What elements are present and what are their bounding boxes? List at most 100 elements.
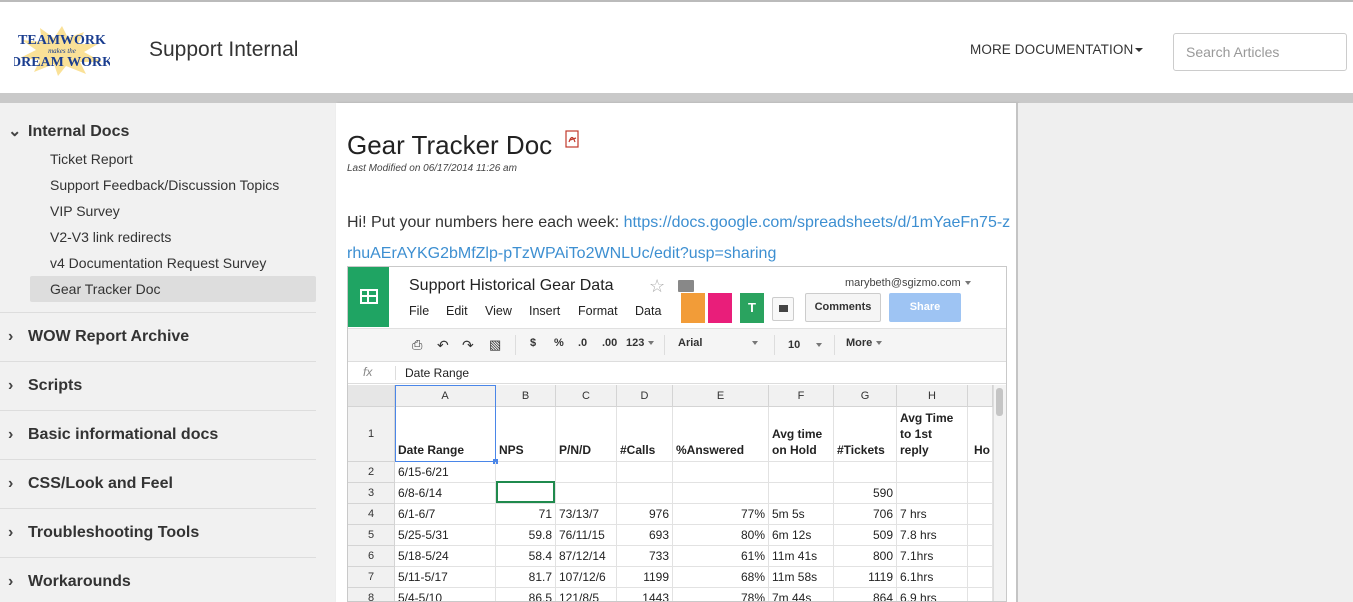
font-family-dropdown[interactable]: Arial — [678, 337, 763, 349]
decrease-decimals-button[interactable]: .0 — [578, 337, 587, 349]
table-cell-nps[interactable]: 86.5 — [496, 588, 556, 601]
share-button[interactable]: Share — [889, 293, 961, 322]
table-cell-ho[interactable] — [968, 462, 993, 483]
select-all-corner[interactable] — [348, 385, 395, 407]
table-cell-avg-time-on-hold[interactable]: 7m 44s — [769, 588, 834, 601]
header-cell-ho[interactable]: Ho — [968, 407, 993, 462]
redo-icon[interactable]: ↷ — [462, 337, 474, 354]
column-header-h[interactable]: H — [897, 385, 968, 407]
table-cell-date-range[interactable]: 5/25-5/31 — [395, 525, 496, 546]
table-cell-pnd[interactable] — [556, 462, 617, 483]
table-cell-nps[interactable]: 81.7 — [496, 567, 556, 588]
table-cell-answered[interactable]: 78% — [673, 588, 769, 601]
selected-cell[interactable] — [496, 481, 555, 503]
table-cell-nps[interactable]: 59.8 — [496, 525, 556, 546]
table-cell-ho[interactable] — [968, 483, 993, 504]
table-cell-ho[interactable] — [968, 525, 993, 546]
row-header[interactable]: 5 — [348, 525, 395, 546]
table-cell-calls[interactable]: 693 — [617, 525, 673, 546]
table-cell-avg-time-on-hold[interactable] — [769, 483, 834, 504]
table-cell-ho[interactable] — [968, 546, 993, 567]
sidebar-item-vip-survey[interactable]: VIP Survey — [30, 198, 316, 224]
column-header-b[interactable]: B — [496, 385, 556, 407]
table-cell-pnd[interactable]: 121/8/5 — [556, 588, 617, 601]
header-cell-date-range[interactable]: Date Range — [395, 407, 496, 462]
menu-insert[interactable]: Insert — [529, 304, 560, 318]
table-cell-avg-time-on-hold[interactable]: 11m 58s — [769, 567, 834, 588]
folder-icon[interactable] — [678, 280, 694, 292]
sidebar-section-wow-report-archive[interactable]: › WOW Report Archive — [8, 328, 189, 346]
formula-input[interactable]: Date Range — [405, 366, 469, 380]
table-cell-ho[interactable] — [968, 504, 993, 525]
table-cell-date-range[interactable]: 6/1-6/7 — [395, 504, 496, 525]
table-cell-nps[interactable] — [496, 462, 556, 483]
table-cell-date-range[interactable]: 5/4-5/10 — [395, 588, 496, 601]
print-icon[interactable]: ⎙ — [412, 337, 422, 353]
table-cell-answered[interactable]: 80% — [673, 525, 769, 546]
sidebar-item-gear-tracker-doc[interactable]: Gear Tracker Doc — [30, 276, 316, 302]
row-header[interactable]: 8 — [348, 588, 395, 601]
column-header-f[interactable]: F — [769, 385, 834, 407]
menu-view[interactable]: View — [485, 304, 512, 318]
sheets-logo-icon[interactable] — [348, 267, 389, 327]
table-cell-avg-time-on-hold[interactable]: 5m 5s — [769, 504, 834, 525]
table-cell-avg-time-first-reply[interactable]: 7.8 hrs — [897, 525, 968, 546]
table-cell-avg-time-first-reply[interactable]: 7 hrs — [897, 504, 968, 525]
table-cell-avg-time-first-reply[interactable] — [897, 483, 968, 504]
star-icon[interactable]: ☆ — [649, 276, 665, 297]
table-cell-avg-time-on-hold[interactable] — [769, 462, 834, 483]
pdf-icon[interactable] — [565, 130, 581, 148]
header-cell-pnd[interactable]: P/N/D — [556, 407, 617, 462]
column-header-e[interactable]: E — [673, 385, 769, 407]
row-header[interactable]: 2 — [348, 462, 395, 483]
table-cell-tickets[interactable]: 800 — [834, 546, 897, 567]
table-cell-calls[interactable]: 733 — [617, 546, 673, 567]
sidebar-item-support-feedback[interactable]: Support Feedback/Discussion Topics — [30, 172, 316, 198]
sidebar-section-workarounds[interactable]: › Workarounds — [8, 573, 131, 591]
sidebar-section-basic-informational-docs[interactable]: › Basic informational docs — [8, 426, 218, 444]
comments-button[interactable]: Comments — [805, 293, 881, 322]
comment-icon[interactable] — [772, 297, 794, 321]
header-cell-avg-time-on-hold[interactable]: Avg time on Hold — [769, 407, 834, 462]
column-header-i[interactable] — [968, 385, 993, 407]
column-header-d[interactable]: D — [617, 385, 673, 407]
table-cell-calls[interactable]: 1443 — [617, 588, 673, 601]
percent-format-button[interactable]: % — [554, 337, 564, 349]
table-cell-date-range[interactable]: 6/15-6/21 — [395, 462, 496, 483]
site-title[interactable]: Support Internal — [149, 38, 298, 62]
column-header-c[interactable]: C — [556, 385, 617, 407]
row-header[interactable]: 3 — [348, 483, 395, 504]
menu-format[interactable]: Format — [578, 304, 618, 318]
table-cell-avg-time-first-reply[interactable] — [897, 462, 968, 483]
table-cell-calls[interactable] — [617, 462, 673, 483]
menu-edit[interactable]: Edit — [446, 304, 468, 318]
header-cell-calls[interactable]: #Calls — [617, 407, 673, 462]
paint-format-icon[interactable]: ▧ — [489, 337, 501, 353]
table-cell-pnd[interactable] — [556, 483, 617, 504]
more-documentation-menu[interactable]: MORE DOCUMENTATION — [970, 42, 1144, 57]
column-header-a[interactable]: A — [395, 385, 496, 407]
header-cell-tickets[interactable]: #Tickets — [834, 407, 897, 462]
spreadsheet-title[interactable]: Support Historical Gear Data — [409, 277, 614, 295]
table-cell-tickets[interactable]: 1119 — [834, 567, 897, 588]
table-cell-pnd[interactable]: 107/12/6 — [556, 567, 617, 588]
table-cell-nps[interactable]: 58.4 — [496, 546, 556, 567]
increase-decimals-button[interactable]: .00 — [602, 337, 617, 349]
sidebar-section-troubleshooting-tools[interactable]: › Troubleshooting Tools — [8, 524, 199, 542]
table-cell-calls[interactable] — [617, 483, 673, 504]
column-header-g[interactable]: G — [834, 385, 897, 407]
currency-format-button[interactable]: $ — [530, 337, 536, 349]
table-cell-avg-time-on-hold[interactable]: 6m 12s — [769, 525, 834, 546]
header-cell-avg-time-first-reply[interactable]: Avg Time to 1st reply — [897, 407, 968, 462]
sidebar-section-internal-docs[interactable]: ⌄ Internal Docs — [8, 121, 129, 141]
table-cell-avg-time-first-reply[interactable]: 7.1hrs — [897, 546, 968, 567]
table-cell-pnd[interactable]: 73/13/7 — [556, 504, 617, 525]
table-cell-answered[interactable] — [673, 462, 769, 483]
search-articles-input[interactable] — [1173, 33, 1347, 71]
number-format-dropdown[interactable]: 123 — [626, 337, 655, 349]
table-cell-calls[interactable]: 1199 — [617, 567, 673, 588]
sidebar-section-css-look-and-feel[interactable]: › CSS/Look and Feel — [8, 475, 173, 493]
sidebar-item-v2-v3-link-redirects[interactable]: V2-V3 link redirects — [30, 224, 316, 250]
table-cell-avg-time-first-reply[interactable]: 6.1hrs — [897, 567, 968, 588]
table-cell-answered[interactable]: 61% — [673, 546, 769, 567]
